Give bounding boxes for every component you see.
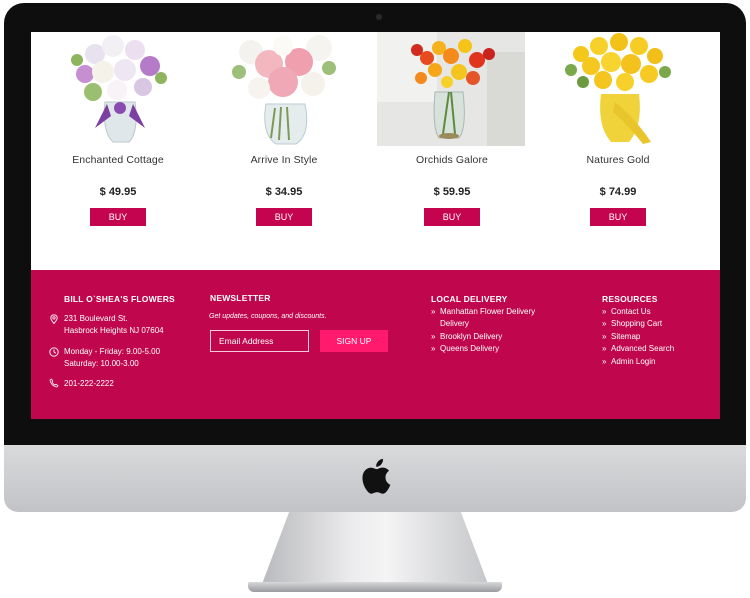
- phone-icon: [49, 378, 59, 388]
- buy-button[interactable]: BUY: [590, 208, 646, 226]
- chevron-right-icon: »: [602, 307, 607, 316]
- product-price: $ 34.95: [265, 186, 303, 198]
- store-name-heading: BILL O`SHEA'S FLOWERS: [64, 294, 175, 304]
- imac-stand-neck: [262, 512, 488, 584]
- chevron-right-icon: »: [431, 307, 436, 316]
- buy-button[interactable]: BUY: [424, 208, 480, 226]
- local-delivery-links: » Manhattan Flower Delivery Delivery » B…: [431, 306, 535, 356]
- phone-number[interactable]: 201-222-2222: [64, 378, 114, 390]
- product-name[interactable]: Orchids Galore: [377, 154, 527, 166]
- product-card: Orchids Galore $ 59.95 BUY: [377, 32, 527, 270]
- product-name[interactable]: Natures Gold: [543, 154, 693, 166]
- camera-icon: [376, 14, 382, 20]
- product-price: $ 74.99: [599, 186, 637, 198]
- local-delivery-heading: LOCAL DELIVERY: [431, 294, 508, 304]
- imac-stand-foot: [248, 582, 502, 592]
- chevron-right-icon: »: [602, 319, 607, 329]
- email-field[interactable]: Email Address: [210, 330, 309, 352]
- chevron-right-icon: »: [602, 331, 607, 341]
- product-card: Enchanted Cottage $ 49.95 BUY: [43, 32, 193, 270]
- clock-icon: [49, 347, 59, 357]
- product-image-orchids-galore[interactable]: [377, 32, 525, 146]
- product-price: $ 49.95: [99, 186, 137, 198]
- location-pin-icon: [50, 314, 58, 324]
- product-card: Natures Gold $ 74.99 BUY: [543, 32, 693, 270]
- product-price: $ 59.95: [433, 186, 471, 198]
- product-image-arrive-in-style[interactable]: [221, 32, 346, 146]
- chevron-right-icon: »: [431, 331, 436, 341]
- buy-button[interactable]: BUY: [256, 208, 312, 226]
- newsletter-heading: NEWSLETTER: [210, 293, 271, 303]
- apple-logo-icon: [362, 458, 391, 494]
- hours-saturday: Saturday: 10.00-3.00: [64, 359, 139, 368]
- resources-links: » Contact Us » Shopping Cart » Sitemap » Adv…: [602, 306, 674, 368]
- newsletter-tagline: Get updates, coupons, and discounts.: [209, 313, 327, 320]
- resource-link-admin-login[interactable]: » Admin Login: [602, 356, 674, 368]
- site-footer: BILL O`SHEA'S FLOWERS 231 Boulevard St. …: [31, 270, 720, 419]
- chevron-right-icon: »: [602, 344, 607, 354]
- address-line-1: 231 Boulevard St.: [64, 314, 128, 323]
- signup-button[interactable]: SIGN UP: [320, 330, 388, 352]
- buy-button[interactable]: BUY: [90, 208, 146, 226]
- address-line-2: Hasbrock Heights NJ 07604: [64, 326, 164, 335]
- product-grid: Enchanted Cottage $ 49.95 BUY Arrive In …: [31, 32, 720, 270]
- resource-link-contact-us[interactable]: » Contact Us: [602, 306, 674, 318]
- resource-link-sitemap[interactable]: » Sitemap: [602, 331, 674, 343]
- resources-heading: RESOURCES: [602, 294, 658, 304]
- product-card: Arrive In Style $ 34.95 BUY: [209, 32, 359, 270]
- delivery-link-queens[interactable]: » Queens Delivery: [431, 343, 535, 355]
- delivery-link-brooklyn[interactable]: » Brooklyn Delivery: [431, 331, 535, 343]
- imac-chin: [4, 445, 746, 512]
- hours-weekday: Monday - Friday: 9.00-5.00: [64, 347, 161, 356]
- product-image-enchanted-cottage[interactable]: [55, 32, 180, 146]
- product-name[interactable]: Enchanted Cottage: [43, 154, 193, 166]
- product-name[interactable]: Arrive In Style: [209, 154, 359, 166]
- resource-link-shopping-cart[interactable]: » Shopping Cart: [602, 318, 674, 330]
- chevron-right-icon: »: [602, 356, 607, 366]
- website-screen: Enchanted Cottage $ 49.95 BUY Arrive In …: [31, 32, 720, 419]
- chevron-right-icon: »: [431, 344, 436, 354]
- product-image-natures-gold[interactable]: [555, 32, 680, 146]
- delivery-link-manhattan[interactable]: » Manhattan Flower Delivery Delivery: [431, 306, 535, 331]
- resource-link-advanced-search[interactable]: » Advanced Search: [602, 343, 674, 355]
